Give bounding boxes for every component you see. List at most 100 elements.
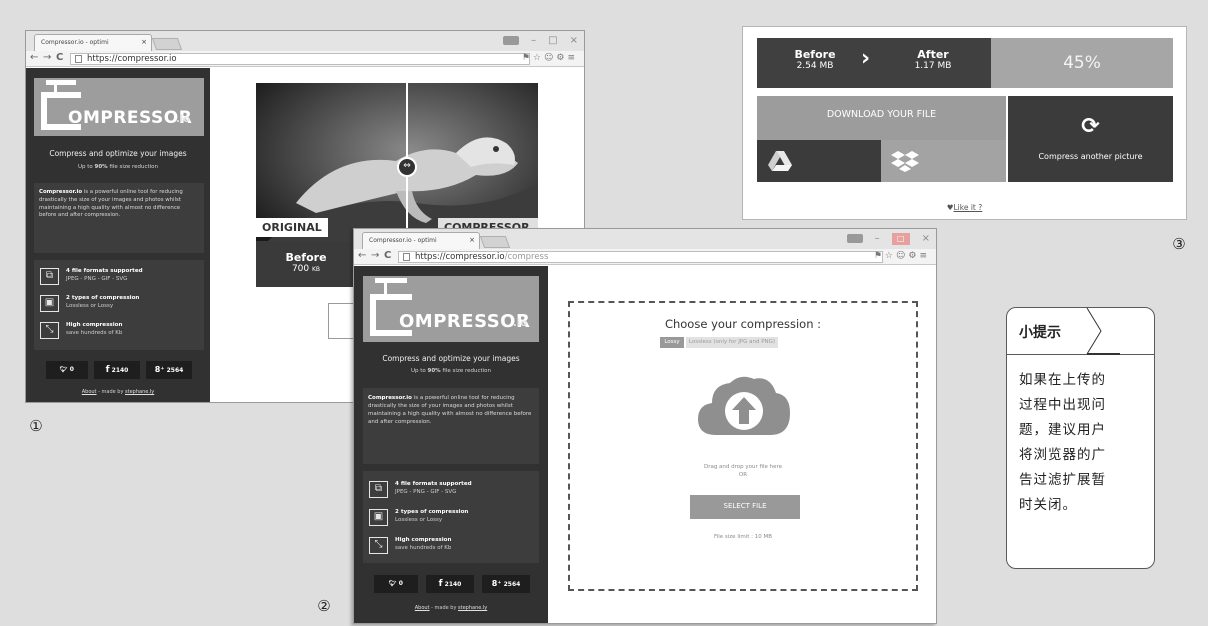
user-badge-icon[interactable] bbox=[503, 36, 520, 45]
desc-bold: Compressor.io bbox=[39, 189, 83, 195]
after-label: After bbox=[917, 48, 949, 61]
upload-dropzone[interactable]: Choose your compression : Lossy Lossless… bbox=[568, 301, 918, 591]
title-bar: Compressor.io - optimi × – □ × bbox=[26, 31, 584, 51]
close-window-icon[interactable]: × bbox=[922, 233, 930, 245]
compress-arrows-icon: ⤡ bbox=[40, 322, 59, 339]
google-drive-icon bbox=[768, 151, 792, 171]
close-tab-icon[interactable]: × bbox=[141, 35, 147, 50]
before-unit: KB bbox=[312, 266, 321, 273]
browser-tab[interactable]: Compressor.io - optimi × bbox=[34, 34, 152, 51]
page-icon bbox=[403, 253, 410, 261]
subtag-prefix: Up to bbox=[410, 368, 428, 374]
window-controls: – □ × bbox=[503, 35, 578, 47]
logo-io: .io bbox=[513, 318, 528, 329]
subtag: Up to 90% file size reduction bbox=[354, 368, 548, 374]
chevron-right-icon: › bbox=[861, 46, 871, 71]
tip-line: 告过滤扩展暂 bbox=[1019, 472, 1106, 488]
subtag: Up to 90% file size reduction bbox=[26, 164, 210, 170]
tip-title: 小提示 bbox=[1019, 325, 1061, 341]
twitter-icon: 🐦︎ bbox=[60, 366, 68, 373]
facebook-icon: f bbox=[438, 579, 443, 589]
close-window-icon[interactable]: × bbox=[570, 35, 578, 47]
browser-toolbar: ← → C https://compressor.io ⚑☆☺⚙≡ bbox=[26, 51, 584, 67]
feature-sub: Lossless or Lossy bbox=[66, 303, 114, 309]
google-plus-icon: 8⁺ bbox=[154, 365, 165, 374]
logo-io: .io bbox=[176, 114, 191, 125]
google-drive-button[interactable] bbox=[757, 140, 881, 182]
page-icon bbox=[75, 55, 82, 63]
result-panel: Before 2.54 MB › After 1.17 MB 45% DOWNL… bbox=[742, 26, 1187, 220]
download-button[interactable]: DOWNLOAD YOUR FILE bbox=[757, 96, 1006, 140]
compress-another-button[interactable]: ⟳ Compress another picture bbox=[1008, 96, 1173, 182]
facebook-button[interactable]: f 2140 bbox=[426, 575, 474, 593]
copy-icon: ⧉ bbox=[369, 481, 388, 498]
subtag-prefix: Up to bbox=[77, 164, 95, 170]
twitter-button[interactable]: 🐦︎ 0 bbox=[374, 575, 418, 593]
toolbar-icons[interactable]: ⚑☆☺⚙≡ bbox=[874, 251, 930, 261]
image-icon: ▣ bbox=[40, 295, 59, 312]
tip-box: 小提示 如果在上传的 过程中出现问 题，建议用户 将浏览器的广 告过滤扩展暂 时… bbox=[1006, 307, 1155, 569]
url-text: https://compressor.io bbox=[415, 252, 505, 262]
forward-icon[interactable]: → bbox=[371, 250, 379, 261]
maximize-icon[interactable]: □ bbox=[548, 35, 557, 47]
option-lossless[interactable]: Lossless (only for JPG and PNG) bbox=[686, 337, 778, 348]
close-tab-icon[interactable]: × bbox=[469, 233, 475, 248]
refresh-icon: ⟳ bbox=[1081, 114, 1100, 139]
logo-clamp-stem bbox=[384, 278, 387, 294]
like-it-text: Like it ? bbox=[953, 203, 983, 212]
cloud-upload-icon bbox=[698, 376, 790, 435]
slider-handle-icon[interactable]: ⇔ bbox=[397, 157, 417, 177]
facebook-button[interactable]: f 2140 bbox=[94, 361, 140, 379]
google-plus-button[interactable]: 8⁺ 2564 bbox=[482, 575, 530, 593]
feature-sub: Lossless or Lossy bbox=[395, 517, 443, 523]
reload-icon[interactable]: C bbox=[384, 250, 391, 261]
about-link[interactable]: About bbox=[415, 605, 430, 611]
back-icon[interactable]: ← bbox=[30, 52, 38, 63]
minimize-icon[interactable]: – bbox=[875, 233, 880, 245]
twitter-button[interactable]: 🐦︎ 0 bbox=[46, 361, 88, 379]
feature-sub: JPEG - PNG - GIF - SVG bbox=[66, 276, 128, 282]
maximize-icon[interactable]: □ bbox=[891, 233, 910, 245]
google-plus-button[interactable]: 8⁺ 2564 bbox=[146, 361, 192, 379]
tagline: Compress and optimize your images bbox=[49, 149, 187, 158]
like-it-link[interactable]: ♥Like it ? bbox=[743, 203, 1186, 212]
about-link[interactable]: About bbox=[82, 389, 97, 395]
forward-icon[interactable]: → bbox=[43, 52, 51, 63]
before-block: Before 2.54 MB bbox=[785, 48, 845, 71]
new-tab-button[interactable] bbox=[479, 236, 511, 248]
sidebar: OMPRESSOR .io Compress and optimize your… bbox=[26, 68, 210, 402]
toolbar-icons[interactable]: ⚑☆☺⚙≡ bbox=[522, 53, 578, 63]
browser-tab[interactable]: Compressor.io - optimi × bbox=[362, 232, 480, 249]
address-bar[interactable]: https://compressor.io/compress bbox=[398, 251, 883, 263]
tip-title-tab: 小提示 bbox=[1007, 308, 1111, 354]
tip-divider bbox=[1007, 354, 1154, 355]
back-icon[interactable]: ← bbox=[358, 250, 366, 261]
author-link[interactable]: stephane.ly bbox=[458, 605, 487, 611]
before-size: 2.54 MB bbox=[796, 61, 834, 71]
option-lossy[interactable]: Lossy bbox=[660, 337, 684, 348]
browser-window-2: Compressor.io - optimi × – □ × ← → C htt… bbox=[353, 228, 937, 624]
select-file-button[interactable]: SELECT FILE bbox=[690, 495, 800, 519]
compress-another-label: Compress another picture bbox=[1038, 152, 1143, 161]
or-text: OR bbox=[738, 472, 748, 478]
after-block: After 1.17 MB bbox=[903, 48, 963, 71]
user-badge-icon[interactable] bbox=[846, 234, 863, 243]
new-tab-button[interactable] bbox=[151, 38, 183, 50]
address-bar[interactable]: https://compressor.io bbox=[70, 53, 530, 65]
before-size: 700 bbox=[291, 264, 310, 274]
twitter-icon: 🐦︎ bbox=[389, 580, 397, 587]
google-plus-icon: 8⁺ bbox=[491, 579, 502, 588]
minimize-icon[interactable]: – bbox=[531, 35, 536, 47]
author-link[interactable]: stephane.ly bbox=[125, 389, 154, 395]
google-plus-count: 2564 bbox=[503, 581, 521, 588]
feature-title: High compression bbox=[395, 537, 452, 543]
drag-drop-text: Drag and drop your file here bbox=[703, 464, 783, 470]
twitter-count: 0 bbox=[69, 366, 74, 373]
dropbox-button[interactable] bbox=[881, 140, 1006, 182]
tagline: Compress and optimize your images bbox=[382, 354, 520, 363]
tip-line: 过程中出现问 bbox=[1019, 397, 1106, 413]
features-box: ⧉ 4 file formats supported JPEG - PNG - … bbox=[34, 260, 204, 350]
feature-sub: save hundreds of Kb bbox=[395, 545, 452, 551]
reload-icon[interactable]: C bbox=[56, 52, 63, 63]
heart-icon: ♥ bbox=[946, 203, 954, 212]
